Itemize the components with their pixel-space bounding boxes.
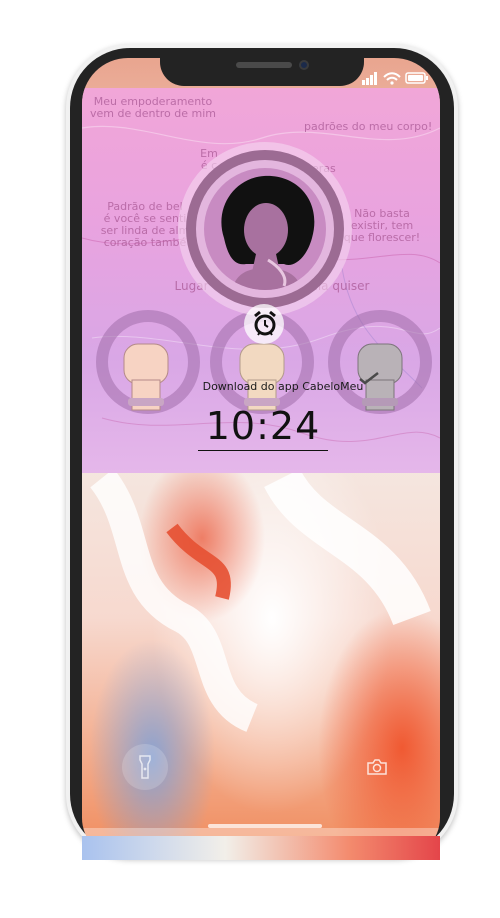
lock-screen-clock: 10:24 [198, 404, 328, 451]
poster-quote-top-left: Meu empoderamento vem de dentro de mim [89, 95, 216, 120]
raised-fist-icon-medium [239, 343, 285, 411]
earpiece-speaker [236, 62, 292, 68]
wifi-icon [383, 72, 401, 85]
lock-screen: Meu empoderamento vem de dentro de mim p… [82, 58, 440, 858]
alarm-clock-icon [254, 310, 276, 336]
poster-quote-top-right: padrões do meu corpo! [304, 120, 433, 133]
battery-icon [405, 72, 428, 84]
notification-text[interactable]: Download do app CabeloMeu [188, 380, 378, 393]
raised-fist-icon-light [123, 343, 169, 411]
flashlight-button[interactable] [122, 744, 168, 790]
wallpaper-bottom-strip [82, 836, 440, 860]
camera-button[interactable] [354, 744, 400, 790]
motivational-poster: Meu empoderamento vem de dentro de mim p… [82, 88, 440, 473]
signal-bars-icon [362, 72, 377, 85]
front-camera [299, 60, 309, 70]
woman-silhouette-icon [221, 175, 315, 290]
status-bar [362, 72, 428, 85]
home-indicator[interactable] [208, 824, 322, 828]
camera-icon [367, 759, 387, 775]
checkmark-icon [359, 372, 379, 385]
flashlight-icon [139, 755, 151, 779]
avatar [204, 168, 326, 290]
